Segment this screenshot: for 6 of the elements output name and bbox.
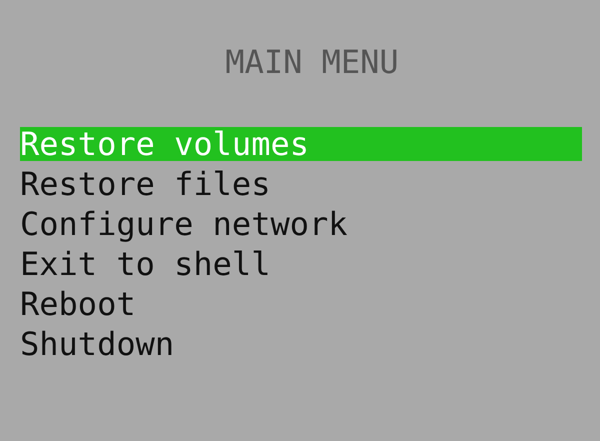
menu-title: MAIN MENU xyxy=(224,45,400,79)
menu-item[interactable]: Configure network xyxy=(20,207,582,241)
menu-item[interactable]: Shutdown xyxy=(20,327,582,361)
menu-item[interactable]: Exit to shell xyxy=(20,247,582,281)
menu-item[interactable]: Restore files xyxy=(20,167,582,201)
menu-item[interactable]: Reboot xyxy=(20,287,582,321)
